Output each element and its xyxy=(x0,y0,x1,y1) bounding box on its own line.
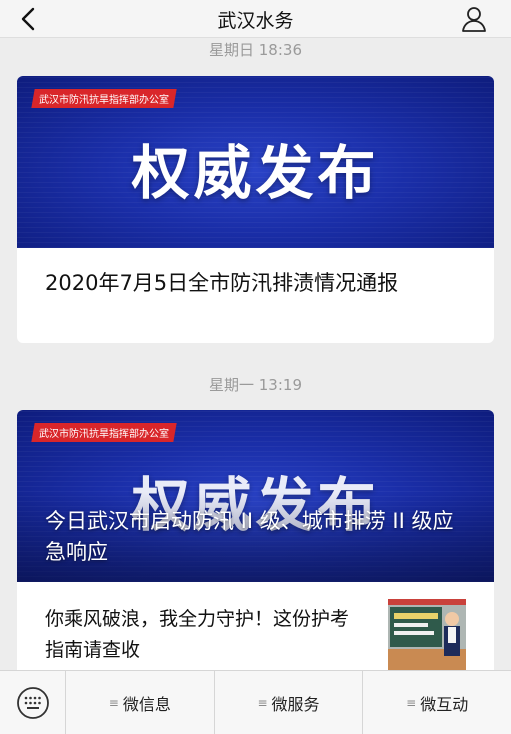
banner-headline: 权威发布 xyxy=(131,139,380,207)
menu-lines-icon: ≡ xyxy=(108,696,119,710)
top-bar: 武汉水务 xyxy=(0,0,511,38)
chat-screen: 武汉水务 星期日 18:36 武汉市防汛抗旱指挥部办公室 权威发布 2020年7… xyxy=(0,0,511,734)
message-timestamp: 星期一 13:19 xyxy=(209,376,302,394)
keyboard-icon[interactable] xyxy=(0,671,66,734)
article-banner: 武汉市防汛抗旱指挥部办公室 权威发布 xyxy=(17,76,494,248)
list-item[interactable]: 你乘风破浪，我全力守护！这份护考指南请查收 xyxy=(17,582,494,677)
menu-item-label: 微服务 xyxy=(271,695,320,714)
menu-item-wei-fuwu[interactable]: ≡ 微服务 xyxy=(215,671,364,734)
message-timestamp: 星期日 18:36 xyxy=(209,41,302,59)
article-thumbnail xyxy=(388,599,466,671)
menu-item-wei-xinxi[interactable]: ≡ 微信息 xyxy=(66,671,215,734)
person-icon[interactable] xyxy=(459,4,489,34)
article-banner: 武汉市防汛抗旱指挥部办公室 权威发布 今日武汉市启动防汛 II 级、城市排涝 I… xyxy=(17,410,494,582)
article-title: 今日武汉市启动防汛 II 级、城市排涝 II 级应急响应 xyxy=(45,509,454,564)
article-card[interactable]: 武汉市防汛抗旱指挥部办公室 权威发布 今日武汉市启动防汛 II 级、城市排涝 I… xyxy=(17,410,494,680)
page-title: 武汉水务 xyxy=(217,10,294,32)
sub-article-title: 你乘风破浪，我全力守护！这份护考指南请查收 xyxy=(45,608,350,661)
article-card[interactable]: 武汉市防汛抗旱指挥部办公室 权威发布 2020年7月5日全市防汛排渍情况通报 xyxy=(17,76,494,343)
menu-item-label: 微信息 xyxy=(122,695,171,714)
bottom-menu: ≡ 微信息 ≡ 微服务 ≡ 微互动 xyxy=(0,670,511,734)
menu-item-label: 微互动 xyxy=(420,695,469,714)
banner-tag: 武汉市防汛抗旱指挥部办公室 xyxy=(31,423,177,442)
menu-item-wei-hudong[interactable]: ≡ 微互动 xyxy=(363,671,511,734)
menu-lines-icon: ≡ xyxy=(257,696,268,710)
banner-tag: 武汉市防汛抗旱指挥部办公室 xyxy=(31,89,177,108)
menu-lines-icon: ≡ xyxy=(406,696,417,710)
article-title: 2020年7月5日全市防汛排渍情况通报 xyxy=(45,271,399,295)
